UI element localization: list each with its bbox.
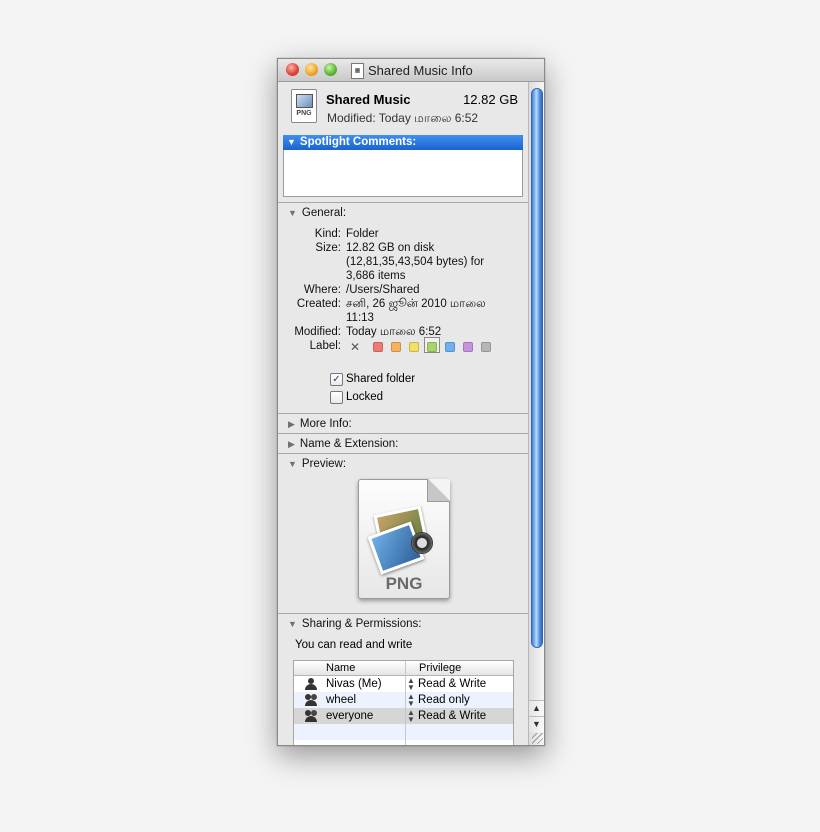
table-row-empty bbox=[294, 724, 513, 740]
divider bbox=[278, 453, 528, 454]
window-title: Shared Music Info bbox=[368, 63, 473, 78]
name-extension-label: Name & Extension: bbox=[299, 438, 399, 450]
close-button[interactable] bbox=[286, 63, 299, 76]
label-swatch-yellow[interactable] bbox=[409, 342, 419, 352]
resize-grip-icon[interactable] bbox=[532, 733, 543, 744]
scroll-up-arrow-icon[interactable]: ▲ bbox=[529, 700, 544, 716]
where-label: Where: bbox=[303, 284, 341, 296]
divider bbox=[278, 433, 528, 434]
title-bar[interactable]: ▦ Shared Music Info bbox=[278, 59, 544, 82]
table-row[interactable]: Nivas (Me) ▲ ▼ Read & Write bbox=[294, 676, 513, 692]
modified-line: Modified: Today மாலை 6:52 bbox=[327, 111, 479, 125]
created-label: Created: bbox=[296, 298, 341, 310]
modified-label: Modified: bbox=[294, 326, 341, 338]
loupe-icon bbox=[411, 532, 433, 554]
shared-folder-checkbox[interactable]: ✓ bbox=[330, 373, 343, 386]
zoom-button[interactable] bbox=[324, 63, 337, 76]
general-section-header[interactable]: ▼ General: bbox=[288, 207, 346, 219]
name-extension-section-header[interactable]: ▶ Name & Extension: bbox=[288, 438, 398, 450]
spotlight-label: Spotlight Comments: bbox=[299, 136, 417, 148]
sharing-label: Sharing & Permissions: bbox=[301, 618, 422, 630]
spotlight-comments-header[interactable]: ▼ Spotlight Comments: bbox=[283, 135, 523, 150]
scroll-down-arrow-icon[interactable]: ▼ bbox=[529, 716, 544, 732]
kind-label: Kind: bbox=[314, 228, 341, 240]
png-file-icon: PNG bbox=[291, 89, 317, 123]
more-info-label: More Info: bbox=[299, 418, 352, 430]
row-name: Nivas (Me) bbox=[326, 678, 382, 690]
disclosure-open-icon[interactable]: ▼ bbox=[287, 137, 296, 147]
disclosure-closed-icon[interactable]: ▶ bbox=[288, 419, 295, 429]
size-value-line-2: (12,81,35,43,504 bytes) for bbox=[346, 256, 485, 268]
kind-value: Folder bbox=[346, 228, 379, 240]
spotlight-comments-field[interactable] bbox=[283, 150, 523, 197]
disclosure-open-icon[interactable]: ▼ bbox=[288, 459, 297, 469]
label-swatch-gray[interactable] bbox=[481, 342, 491, 352]
more-info-section-header[interactable]: ▶ More Info: bbox=[288, 418, 352, 430]
divider bbox=[278, 613, 528, 614]
sharing-section-header[interactable]: ▼ Sharing & Permissions: bbox=[288, 618, 421, 630]
general-label: General: bbox=[301, 207, 347, 219]
column-name-header[interactable]: Name bbox=[326, 662, 355, 674]
page-fold bbox=[427, 479, 450, 502]
privilege-popup[interactable]: Read & Write bbox=[418, 678, 486, 690]
info-header: PNG Shared Music 12.82 GB Modified: Toda… bbox=[278, 82, 528, 134]
minimize-button[interactable] bbox=[305, 63, 318, 76]
locked-checkbox[interactable] bbox=[330, 391, 343, 404]
permissions-table: Name Privilege Nivas (Me) ▲ ▼ Read & Writ… bbox=[293, 660, 514, 745]
table-header: Name Privilege bbox=[294, 661, 513, 676]
preview-label: Preview: bbox=[301, 458, 347, 470]
where-value: /Users/Shared bbox=[346, 284, 420, 296]
size-value-line-3: 3,686 items bbox=[346, 270, 406, 282]
label-swatch-blue[interactable] bbox=[445, 342, 455, 352]
thumbnail-icon bbox=[296, 94, 313, 108]
user-icon bbox=[304, 678, 318, 690]
disclosure-closed-icon[interactable]: ▶ bbox=[288, 439, 295, 449]
column-privilege-header[interactable]: Privilege bbox=[419, 662, 461, 674]
info-window: ▦ Shared Music Info PNG Shared Music 12.… bbox=[277, 58, 545, 746]
preview-type-label: PNG bbox=[385, 574, 423, 593]
row-name: wheel bbox=[326, 694, 357, 706]
label-label: Label: bbox=[309, 340, 341, 352]
vertical-scrollbar[interactable]: ▲ ▼ bbox=[528, 82, 544, 745]
preview-document-icon: PNG bbox=[358, 479, 450, 599]
label-swatch-green[interactable] bbox=[427, 342, 437, 352]
size-label: Size: bbox=[315, 242, 341, 254]
table-row[interactable]: wheel ▲ ▼ Read only bbox=[294, 692, 513, 708]
created-value-line-2: 11:13 bbox=[346, 312, 374, 324]
divider bbox=[278, 413, 528, 414]
stepper-icon[interactable]: ▲ ▼ bbox=[407, 677, 415, 692]
shared-folder-label[interactable]: Shared folder bbox=[346, 373, 415, 385]
label-swatch-red[interactable] bbox=[373, 342, 383, 352]
privilege-popup[interactable]: Read only bbox=[418, 694, 470, 706]
table-row[interactable]: everyone ▲ ▼ Read & Write bbox=[294, 708, 513, 724]
row-name: everyone bbox=[326, 710, 374, 722]
label-swatch-orange[interactable] bbox=[391, 342, 401, 352]
stepper-icon[interactable]: ▲ ▼ bbox=[407, 693, 415, 708]
disclosure-open-icon[interactable]: ▼ bbox=[288, 619, 297, 629]
disclosure-open-icon[interactable]: ▼ bbox=[288, 208, 297, 218]
group-icon bbox=[304, 694, 318, 706]
access-summary: You can read and write bbox=[295, 639, 413, 651]
no-label-icon[interactable]: ✕ bbox=[350, 340, 360, 354]
stepper-icon[interactable]: ▲ ▼ bbox=[407, 709, 415, 724]
file-name: Shared Music bbox=[326, 92, 411, 107]
group-icon bbox=[304, 710, 318, 722]
privilege-popup[interactable]: Read & Write bbox=[418, 710, 486, 722]
label-swatch-purple[interactable] bbox=[463, 342, 473, 352]
scroll-thumb[interactable] bbox=[531, 88, 543, 648]
preview-section-header[interactable]: ▼ Preview: bbox=[288, 458, 346, 470]
document-proxy-icon[interactable]: ▦ bbox=[351, 63, 364, 79]
created-value-line-1: சனி, 26 ஜூன் 2010 மாலை bbox=[346, 298, 486, 310]
checkmark-icon: ✓ bbox=[332, 374, 341, 385]
divider bbox=[278, 202, 528, 203]
column-separator bbox=[405, 661, 406, 745]
info-content: PNG Shared Music 12.82 GB Modified: Toda… bbox=[278, 82, 528, 745]
size-value-line-1: 12.82 GB on disk bbox=[346, 242, 435, 254]
locked-label[interactable]: Locked bbox=[346, 391, 383, 403]
file-size: 12.82 GB bbox=[463, 92, 518, 107]
icon-type-label: PNG bbox=[296, 110, 312, 117]
